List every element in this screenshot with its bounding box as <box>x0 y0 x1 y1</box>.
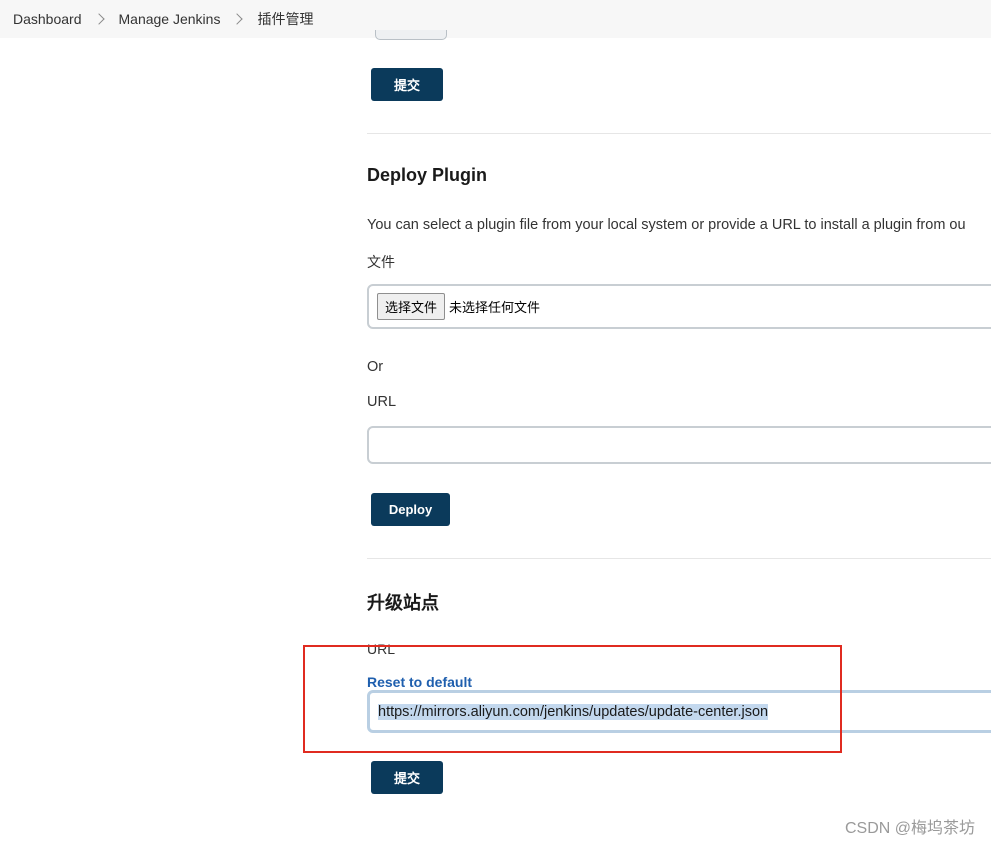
breadcrumb-dashboard[interactable]: Dashboard <box>13 11 82 27</box>
chevron-right-icon <box>92 13 105 25</box>
section-divider <box>367 558 991 559</box>
scrolled-field-edge <box>375 30 447 40</box>
deploy-plugin-title: Deploy Plugin <box>367 165 488 185</box>
update-site-submit-button[interactable]: 提交 <box>371 761 443 794</box>
file-label: 文件 <box>367 254 395 270</box>
or-label: Or <box>367 359 384 375</box>
reset-to-default-link[interactable]: Reset to default <box>367 674 472 690</box>
deploy-plugin-description: You can select a plugin file from your l… <box>367 217 966 233</box>
choose-file-button[interactable]: 选择文件 <box>377 293 446 320</box>
breadcrumb-plugin-manager[interactable]: 插件管理 <box>257 9 313 29</box>
watermark: CSDN @梅坞茶坊 <box>844 820 975 837</box>
file-status: 未选择任何文件 <box>449 300 541 315</box>
update-site-title: 升级站点 <box>367 593 439 613</box>
file-upload-field: 选择文件 未选择任何文件 <box>367 284 991 329</box>
update-site-url-label: URL <box>367 641 396 657</box>
deploy-button[interactable]: Deploy <box>371 493 450 526</box>
update-site-url-input[interactable]: https://mirrors.aliyun.com/jenkins/updat… <box>367 690 991 733</box>
plugin-url-input[interactable] <box>367 426 991 464</box>
advanced-submit-button[interactable]: 提交 <box>371 68 443 101</box>
url-label: URL <box>367 394 397 410</box>
breadcrumb: Dashboard Manage Jenkins 插件管理 <box>0 0 991 38</box>
breadcrumb-manage-jenkins[interactable]: Manage Jenkins <box>119 11 221 27</box>
update-site-url-value: https://mirrors.aliyun.com/jenkins/updat… <box>378 703 769 720</box>
section-divider <box>367 133 991 134</box>
chevron-right-icon <box>231 13 244 25</box>
